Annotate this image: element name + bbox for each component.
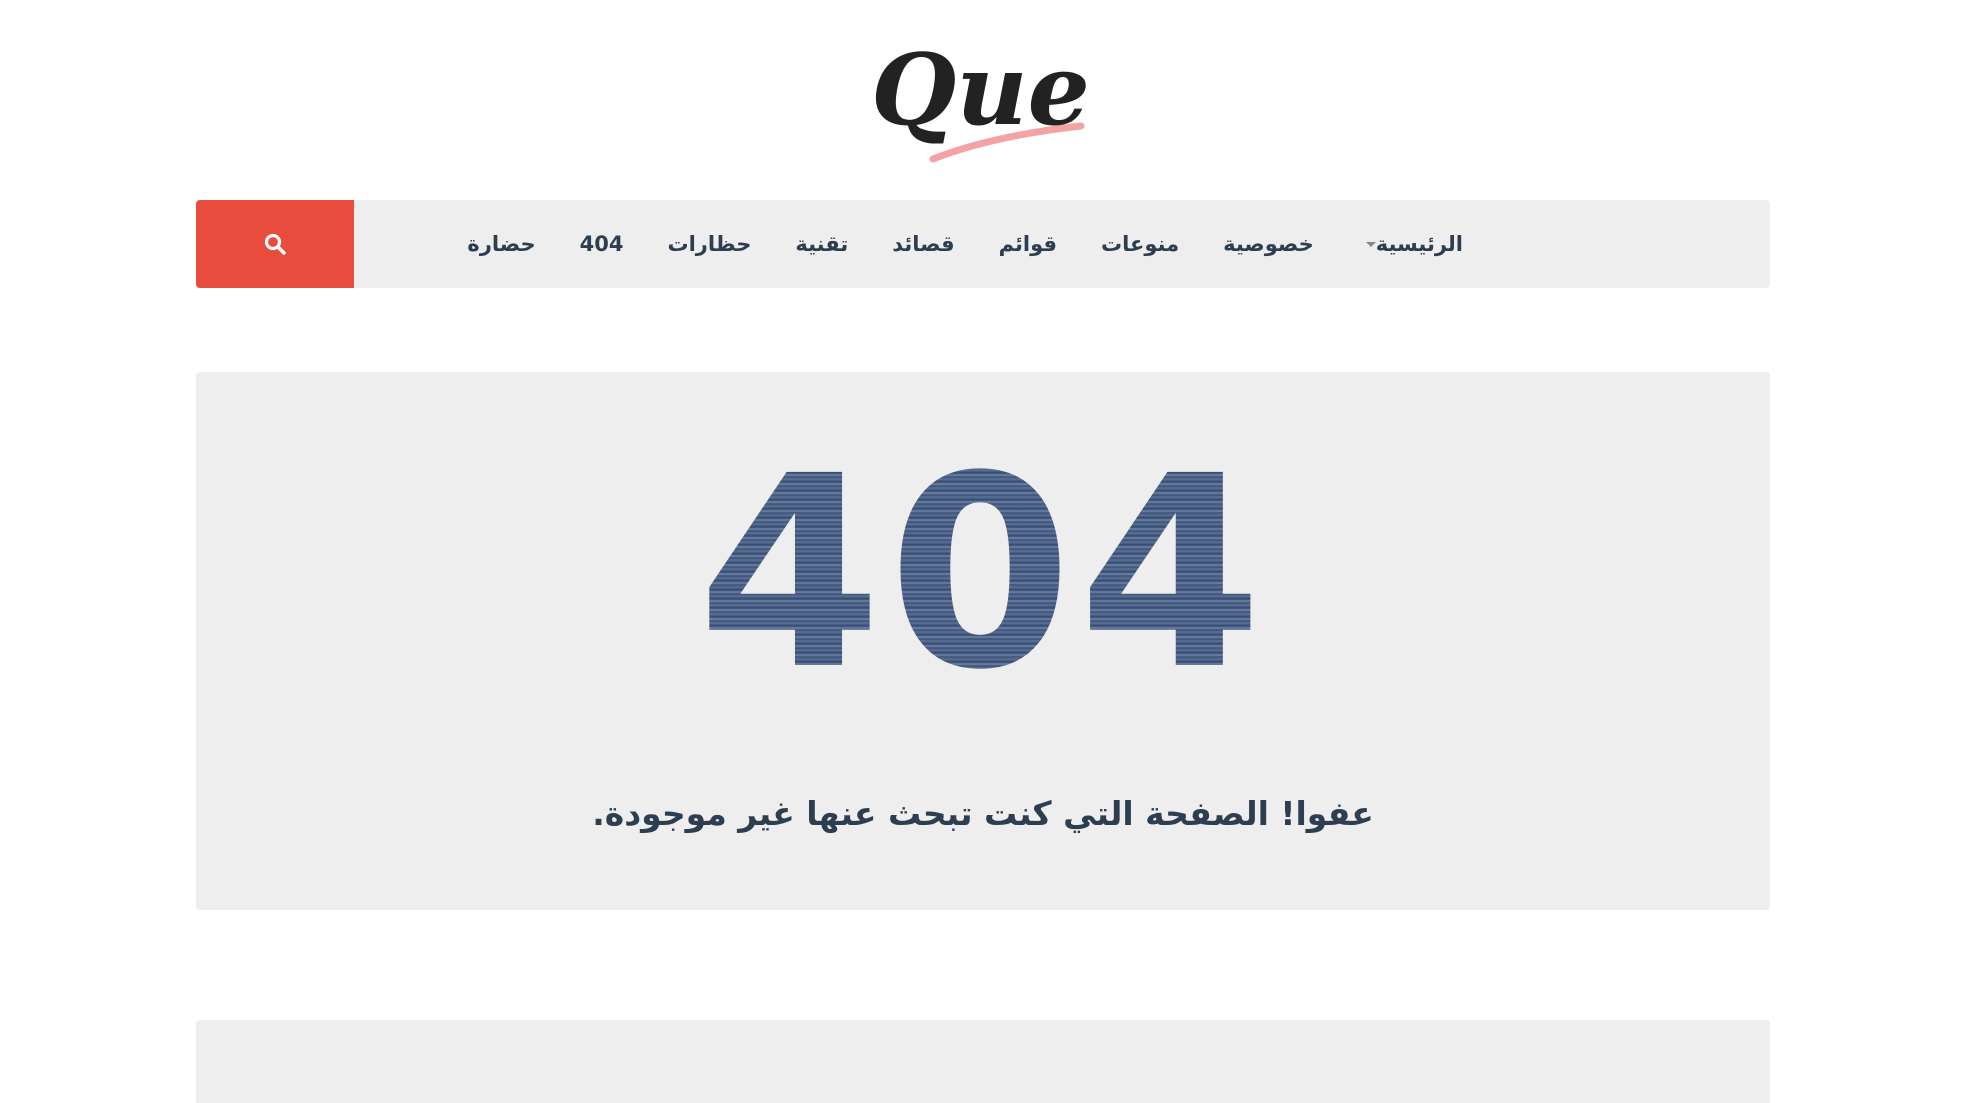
menu-item-label: حظارات bbox=[667, 232, 752, 256]
menu-item-label: حضارة bbox=[467, 232, 536, 256]
error-panel: 404 عفوا! الصفحة التي كنت تبحث عنها غير … bbox=[196, 372, 1770, 910]
next-section-panel bbox=[196, 1020, 1770, 1103]
menu-item-poems[interactable]: قصائد bbox=[892, 232, 954, 256]
search-icon bbox=[264, 233, 286, 255]
menu-item-home[interactable]: الرئيسية bbox=[1358, 232, 1463, 256]
main-menu: الرئيسية خصوصية منوعات قوائم قصائد تقنية… bbox=[467, 200, 1463, 288]
menu-item-label: قوائم bbox=[998, 232, 1058, 256]
menu-item-restrictions[interactable]: حظارات bbox=[667, 232, 751, 256]
menu-item-label: 404 bbox=[579, 232, 624, 256]
main-navbar: الرئيسية خصوصية منوعات قوائم قصائد تقنية… bbox=[196, 200, 1770, 288]
logo-text: Query bbox=[871, 33, 1091, 148]
search-button[interactable] bbox=[196, 200, 354, 288]
menu-item-misc[interactable]: منوعات bbox=[1101, 232, 1179, 256]
menu-item-label: تقنية bbox=[795, 232, 849, 256]
chevron-down-icon bbox=[1365, 241, 1376, 247]
menu-item-label: الرئيسية bbox=[1375, 232, 1463, 256]
menu-item-privacy[interactable]: خصوصية bbox=[1223, 232, 1314, 256]
logo-graphic: Query bbox=[871, 33, 1091, 163]
menu-item-404[interactable]: 404 bbox=[580, 232, 624, 256]
error-code: 404 bbox=[196, 442, 1770, 707]
menu-item-tech[interactable]: تقنية bbox=[795, 232, 848, 256]
menu-item-label: خصوصية bbox=[1223, 232, 1314, 256]
site-logo[interactable]: Query bbox=[871, 24, 1091, 174]
menu-item-label: منوعات bbox=[1101, 232, 1180, 256]
error-message: عفوا! الصفحة التي كنت تبحث عنها غير موجو… bbox=[592, 794, 1374, 833]
menu-item-lists[interactable]: قوائم bbox=[999, 232, 1057, 256]
menu-item-label: قصائد bbox=[892, 232, 955, 256]
menu-item-civilization[interactable]: حضارة bbox=[467, 232, 535, 256]
